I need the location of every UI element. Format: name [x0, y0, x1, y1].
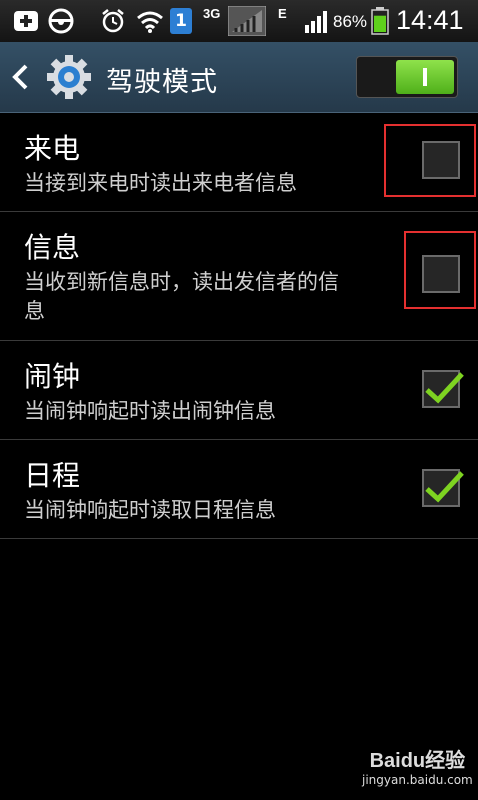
- setting-title: 日程: [24, 459, 81, 492]
- battery-percent: 86%: [333, 12, 368, 31]
- schedule-checkbox[interactable]: [422, 469, 464, 507]
- setting-subtitle: 当接到来电时读出来电者信息: [24, 171, 297, 195]
- wifi-icon: [136, 8, 164, 34]
- checkmark-icon: [425, 372, 464, 404]
- action-bar: 驾驶模式: [0, 42, 478, 113]
- network-type-2-label: E: [278, 6, 287, 21]
- setting-incoming-call[interactable]: 来电 当接到来电时读出来电者信息: [0, 113, 478, 212]
- watermark-brand: Baidu经验: [369, 750, 466, 772]
- settings-list: 来电 当接到来电时读出来电者信息 信息 当收到新信息时，读出发信者的信 息 闹钟…: [0, 113, 478, 539]
- setting-messages[interactable]: 信息 当收到新信息时，读出发信者的信 息: [0, 212, 478, 341]
- signal-strength-icon: [304, 8, 330, 34]
- alarm-icon: [100, 8, 126, 34]
- setting-subtitle: 当闹钟响起时读取日程信息: [24, 498, 276, 522]
- clock: 14:41: [396, 5, 464, 35]
- switch-knob: [396, 60, 454, 94]
- setting-alarm[interactable]: 闹钟 当闹钟响起时读出闹钟信息: [0, 341, 478, 440]
- driving-mode-switch[interactable]: [356, 56, 458, 98]
- alarm-checkbox[interactable]: [422, 370, 464, 408]
- notification-count-badge: 1: [170, 8, 192, 34]
- setting-subtitle-line-2: 息: [24, 299, 45, 323]
- back-arrow-icon[interactable]: [10, 64, 32, 94]
- setting-subtitle-line-1: 当收到新信息时，读出发信者的信: [24, 270, 339, 294]
- highlight-box: [404, 231, 476, 309]
- watermark: Baidu经验 jingyan.baidu.com: [362, 744, 473, 787]
- network-type-label: 3G: [203, 6, 221, 21]
- setting-schedule[interactable]: 日程 当闹钟响起时读取日程信息: [0, 440, 478, 539]
- setting-title: 闹钟: [24, 360, 81, 393]
- setting-title: 来电: [24, 132, 81, 165]
- setting-title: 信息: [24, 231, 81, 264]
- highlight-box: [384, 124, 476, 197]
- page-title: 驾驶模式: [106, 67, 218, 98]
- add-icon: [12, 8, 40, 34]
- setting-subtitle: 当闹钟响起时读出闹钟信息: [24, 399, 276, 423]
- status-bar: 1 3G E 86% 14:41: [0, 0, 478, 42]
- watermark-url: jingyan.baidu.com: [362, 773, 473, 787]
- steering-wheel-icon: [48, 8, 74, 34]
- settings-gear-icon: [44, 52, 94, 102]
- checkmark-icon: [425, 471, 464, 503]
- battery-icon: [371, 7, 389, 35]
- signal-3g-icon: [228, 6, 266, 36]
